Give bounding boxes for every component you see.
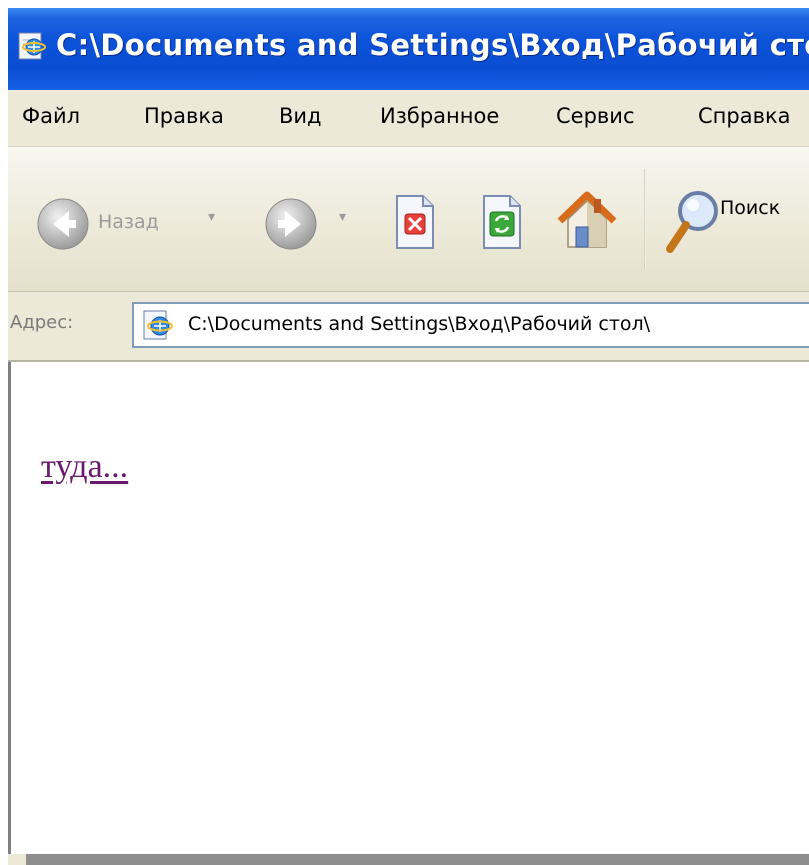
address-bar: Адрес: C:\Documents and Settings\Вход\Ра… [8, 292, 809, 362]
browser-window: C:\Documents and Settings\Вход\Рабочий с… [8, 8, 809, 865]
toolbar: Назад ▾ ▾ Поиск [8, 147, 809, 292]
home-icon[interactable] [554, 189, 620, 253]
window-title: C:\Documents and Settings\Вход\Рабочий с… [56, 28, 809, 62]
search-label: Поиск [720, 197, 781, 219]
back-button[interactable]: Назад ▾ [30, 197, 226, 250]
menu-help[interactable]: Справка [698, 104, 791, 128]
search-button[interactable]: Поиск [662, 183, 809, 263]
menu-tools[interactable]: Сервис [556, 104, 634, 128]
menu-bar: Файл Правка Вид Избранное Сервис Справка [8, 90, 809, 147]
forward-arrow-icon [265, 198, 317, 250]
search-icon [666, 191, 718, 253]
back-dropdown-icon[interactable]: ▾ [208, 209, 215, 225]
address-label: Адрес: [10, 312, 74, 333]
menu-file[interactable]: Файл [22, 104, 80, 128]
page-content: туда... [8, 362, 809, 854]
ie-page-icon [18, 32, 46, 60]
stop-icon[interactable] [393, 194, 437, 250]
menu-edit[interactable]: Правка [144, 104, 224, 128]
ie-page-icon [143, 310, 173, 340]
content-link[interactable]: туда... [41, 448, 128, 486]
back-label: Назад [98, 211, 159, 233]
menu-favorites[interactable]: Избранное [380, 104, 499, 128]
refresh-icon[interactable] [480, 194, 524, 250]
title-bar[interactable]: C:\Documents and Settings\Вход\Рабочий с… [8, 8, 809, 90]
address-input[interactable]: C:\Documents and Settings\Вход\Рабочий с… [132, 302, 809, 348]
forward-dropdown-icon[interactable]: ▾ [339, 209, 346, 225]
address-value: C:\Documents and Settings\Вход\Рабочий с… [188, 313, 651, 335]
menu-view[interactable]: Вид [279, 104, 322, 128]
back-arrow-icon [37, 198, 89, 250]
toolbar-separator [644, 169, 646, 269]
forward-button[interactable]: ▾ [264, 197, 364, 251]
window-bottom-edge [26, 854, 809, 865]
